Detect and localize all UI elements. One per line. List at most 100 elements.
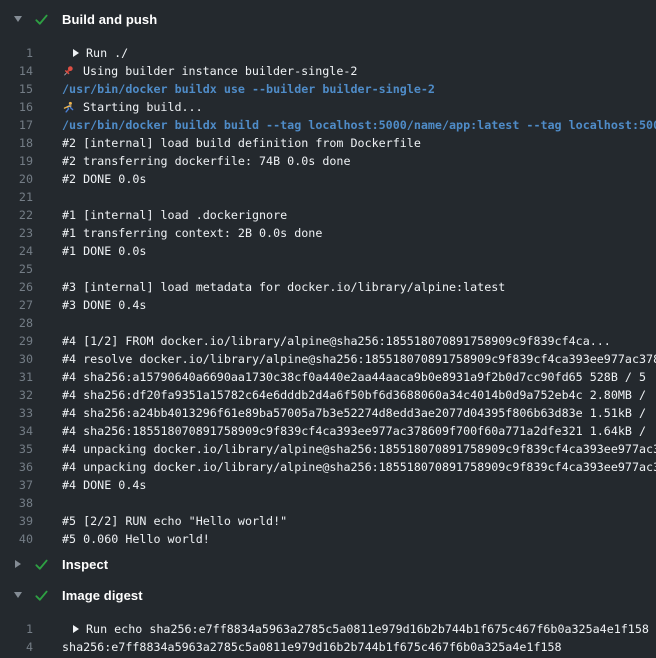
line-number[interactable]: 1 [0, 622, 33, 636]
log-text: #5 0.060 Hello world! [62, 532, 656, 546]
log-text: Starting build... [62, 100, 656, 114]
line-number[interactable]: 17 [0, 118, 33, 132]
line-number[interactable]: 37 [0, 478, 33, 492]
log-line: 28 [0, 314, 656, 332]
log-line-text: #4 sha256:185518070891758909c9f839cf4ca3… [62, 424, 653, 438]
log-text: /usr/bin/docker buildx use --builder bui… [62, 82, 656, 96]
log-line: 25 [0, 260, 656, 278]
chevron-right-icon[interactable] [13, 558, 22, 570]
log-text: sha256:e7ff8834a5963a2785c5a0811e979d16b… [62, 640, 656, 654]
chevron-right-icon[interactable] [73, 49, 79, 57]
log-block: 1 Run ./ 14 Using builder instance builder-… [0, 44, 656, 548]
log-line-text: #4 sha256:a24bb4013296f61e89ba57005a7b3e… [62, 406, 653, 420]
log-line: 19 #2 transferring dockerfile: 74B 0.0s d… [0, 152, 656, 170]
line-number[interactable]: 27 [0, 298, 33, 312]
log-line: 1 Run ./ [0, 44, 656, 62]
chevron-down-icon[interactable] [13, 589, 22, 601]
log-line-text: #3 DONE 0.4s [62, 298, 146, 312]
log-line-text: Run echo sha256:e7ff8834a5963a2785c5a081… [86, 622, 649, 636]
log-line: 36 #4 unpacking docker.io/library/alpine@… [0, 458, 656, 476]
log-line-text: #4 DONE 0.4s [62, 478, 146, 492]
line-number[interactable]: 21 [0, 190, 33, 204]
log-line-text: Using builder instance builder-single-2 [83, 64, 357, 78]
section-title: Build and push [62, 12, 157, 27]
line-number[interactable]: 30 [0, 352, 33, 366]
log-text: #2 DONE 0.0s [62, 172, 656, 186]
line-number[interactable]: 18 [0, 136, 33, 150]
log-line: 17/usr/bin/docker buildx build --tag loc… [0, 116, 656, 134]
line-number[interactable]: 33 [0, 406, 33, 420]
line-number[interactable]: 24 [0, 244, 33, 258]
log-line: 4 sha256:e7ff8834a5963a2785c5a0811e979d16… [0, 638, 656, 656]
log-line-text: /usr/bin/docker buildx build --tag local… [62, 118, 656, 132]
log-line-text: #1 [internal] load .dockerignore [62, 208, 287, 222]
log-text: #4 sha256:a15790640a6690aa1730c38cf0a440… [62, 370, 656, 384]
log-text: #5 [2/2] RUN echo "Hello world!" [62, 514, 656, 528]
log-line: 27 #3 DONE 0.4s [0, 296, 656, 314]
section-title: Image digest [62, 588, 143, 603]
chevron-right-icon[interactable] [73, 625, 79, 633]
line-number[interactable]: 39 [0, 514, 33, 528]
log-text: #4 sha256:a24bb4013296f61e89ba57005a7b3e… [62, 406, 656, 420]
line-number[interactable]: 36 [0, 460, 33, 474]
log-line: 30 #4 resolve docker.io/library/alpine@sh… [0, 350, 656, 368]
section-header-image-digest[interactable]: Image digest [0, 584, 656, 606]
log-line-text: #2 transferring dockerfile: 74B 0.0s don… [62, 154, 351, 168]
log-text: #3 [internal] load metadata for docker.i… [62, 280, 656, 294]
line-number[interactable]: 28 [0, 316, 33, 330]
log-line-text: /usr/bin/docker buildx use --builder bui… [62, 82, 435, 96]
line-number[interactable]: 34 [0, 424, 33, 438]
runner-icon [62, 101, 75, 114]
log-line: 35 #4 unpacking docker.io/library/alpine@… [0, 440, 656, 458]
section-inspect: Inspect [0, 553, 656, 575]
workflow-log-viewer: Build and push1Run ./14Using builder ins… [0, 0, 656, 658]
log-text: #2 transferring dockerfile: 74B 0.0s don… [62, 154, 656, 168]
log-line: 31 #4 sha256:a15790640a6690aa1730c38cf0a4… [0, 368, 656, 386]
log-text: #4 [1/2] FROM docker.io/library/alpine@s… [62, 334, 656, 348]
line-number[interactable]: 35 [0, 442, 33, 456]
log-line: 20 #2 DONE 0.0s [0, 170, 656, 188]
log-line: 38 [0, 494, 656, 512]
line-number[interactable]: 38 [0, 496, 33, 510]
log-line: 15/usr/bin/docker buildx use --builder b… [0, 80, 656, 98]
log-line: 26 #3 [internal] load metadata for docker… [0, 278, 656, 296]
log-text: Run echo sha256:e7ff8834a5963a2785c5a081… [62, 622, 656, 636]
line-number[interactable]: 15 [0, 82, 33, 96]
section-header-inspect[interactable]: Inspect [0, 553, 656, 575]
log-text: #1 transferring context: 2B 0.0s done [62, 226, 656, 240]
line-number[interactable]: 23 [0, 226, 33, 240]
log-line-text: Run ./ [86, 46, 128, 60]
log-text: #4 resolve docker.io/library/alpine@sha2… [62, 352, 656, 366]
line-number[interactable]: 22 [0, 208, 33, 222]
section-build-and-push: Build and push 1 Run ./ 14 Using builder ins… [0, 8, 656, 548]
line-number[interactable]: 14 [0, 64, 33, 78]
line-number[interactable]: 32 [0, 388, 33, 402]
log-line: 40 #5 0.060 Hello world! [0, 530, 656, 548]
line-number[interactable]: 26 [0, 280, 33, 294]
line-number[interactable]: 19 [0, 154, 33, 168]
section-header-build-and-push[interactable]: Build and push [0, 8, 656, 30]
line-number[interactable]: 16 [0, 100, 33, 114]
log-line-text: #5 0.060 Hello world! [62, 532, 210, 546]
chevron-down-icon[interactable] [13, 13, 22, 25]
line-number[interactable]: 31 [0, 370, 33, 384]
log-line: 14 Using builder instance builder-single-… [0, 62, 656, 80]
log-line: 1 Run echo sha256:e7ff8834a5963a2785c5a08… [0, 620, 656, 638]
log-block: 1 Run echo sha256:e7ff8834a5963a2785c5a08… [0, 620, 656, 656]
line-number[interactable]: 20 [0, 172, 33, 186]
log-line-text: #4 unpacking docker.io/library/alpine@sh… [62, 442, 656, 456]
log-text: #1 [internal] load .dockerignore [62, 208, 656, 222]
section-title: Inspect [62, 557, 108, 572]
log-line-text: #2 DONE 0.0s [62, 172, 146, 186]
line-number[interactable]: 4 [0, 640, 33, 654]
log-line: 34 #4 sha256:185518070891758909c9f839cf4c… [0, 422, 656, 440]
line-number[interactable]: 1 [0, 46, 33, 60]
line-number[interactable]: 40 [0, 532, 33, 546]
line-number[interactable]: 29 [0, 334, 33, 348]
check-icon [34, 12, 49, 27]
log-line: 29 #4 [1/2] FROM docker.io/library/alpine… [0, 332, 656, 350]
line-number[interactable]: 25 [0, 262, 33, 276]
log-text: #4 DONE 0.4s [62, 478, 656, 492]
log-text: #4 unpacking docker.io/library/alpine@sh… [62, 460, 656, 474]
log-text: #4 sha256:185518070891758909c9f839cf4ca3… [62, 424, 656, 438]
